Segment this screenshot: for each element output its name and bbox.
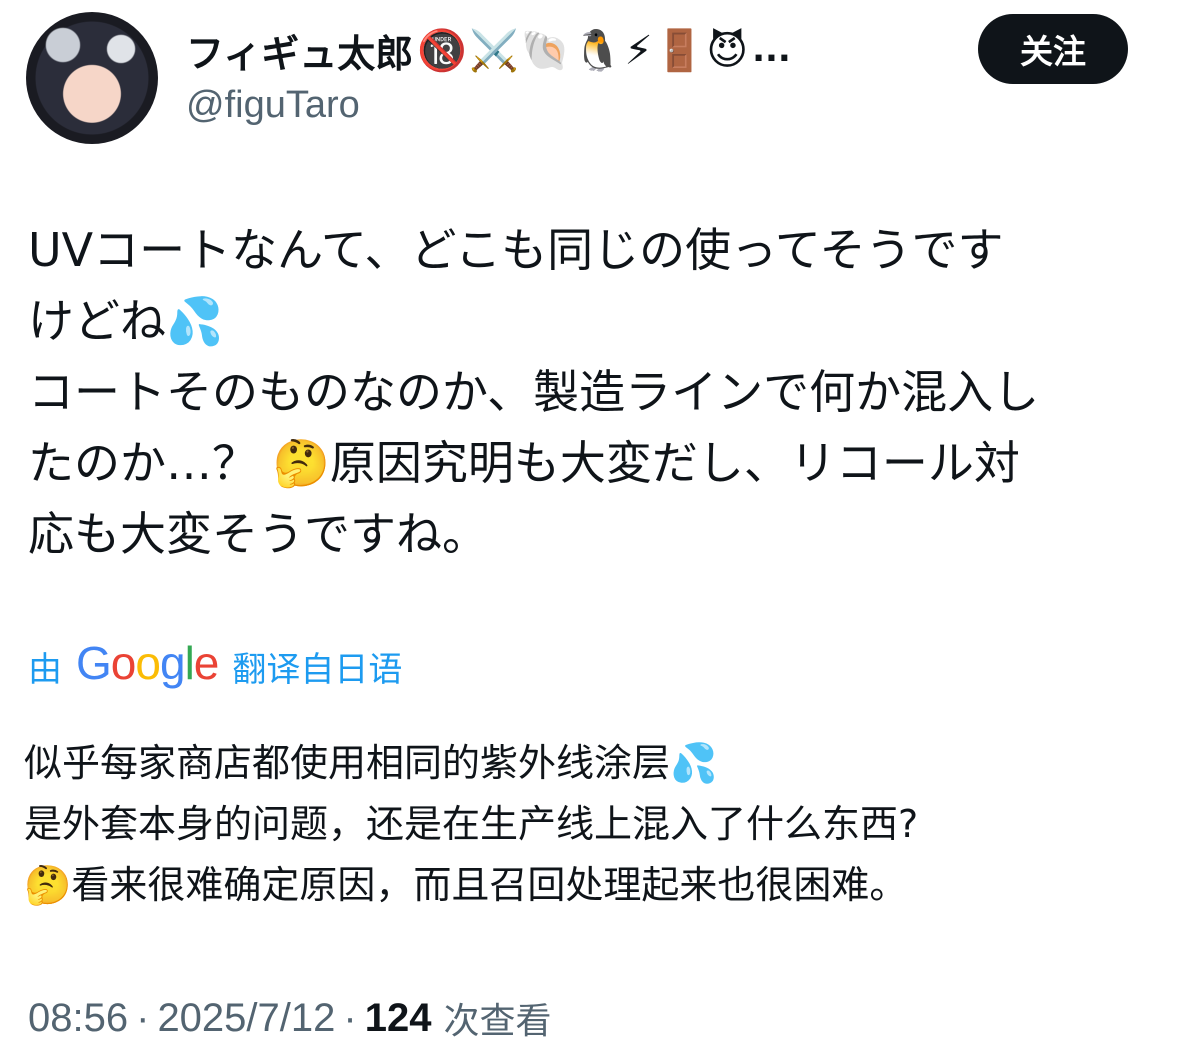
google-logo-letter: o bbox=[135, 637, 161, 689]
author-name-row[interactable]: フィギュ太郎 🔞⚔️🐚🐧⚡🚪😈 ... bbox=[186, 22, 791, 78]
google-logo-letter: l bbox=[184, 637, 195, 689]
meta-separator: · bbox=[136, 995, 150, 1040]
translation-prefix: 由 bbox=[28, 649, 62, 690]
google-logo-letter: o bbox=[110, 637, 137, 689]
avatar[interactable] bbox=[26, 12, 158, 144]
tweet-header: フィギュ太郎 🔞⚔️🐚🐧⚡🚪😈 ... @figuTaro 关注 bbox=[26, 8, 1156, 144]
views-label: 次查看 bbox=[443, 1001, 552, 1042]
google-logo: Google bbox=[76, 636, 220, 690]
author-badge-emojis: 🔞⚔️🐚🐧⚡🚪😈 bbox=[417, 27, 751, 74]
translation-source-language: 翻译自日语 bbox=[232, 649, 403, 690]
translation-attribution[interactable]: 由 Google 翻译自日语 bbox=[28, 636, 402, 696]
google-logo-letter: e bbox=[193, 637, 220, 689]
author-handle[interactable]: @figuTaro bbox=[186, 84, 360, 127]
tweet-time[interactable]: 08:56 bbox=[28, 996, 128, 1041]
google-logo-letter: g bbox=[159, 637, 186, 689]
author-display-name[interactable]: フィギュ太郎 bbox=[186, 23, 413, 78]
follow-button[interactable]: 关注 bbox=[978, 14, 1128, 84]
google-logo-letter: G bbox=[76, 637, 112, 689]
name-truncation-ellipsis: ... bbox=[752, 30, 791, 70]
tweet-text: UVコートなんて、どこも同じの使ってそうです けどね💦 コートそのものなのか、製… bbox=[28, 223, 1040, 561]
meta-separator: · bbox=[343, 995, 357, 1040]
views-count[interactable]: 124 bbox=[365, 996, 432, 1041]
translated-tweet-text: 似乎每家商店都使用相同的紫外线涂层💦 是外套本身的问题，还是在生产线上混入了什么… bbox=[24, 741, 919, 907]
tweet-meta: 08:56 · 2025/7/12 · 124 次查看 bbox=[28, 992, 551, 1044]
tweet-date[interactable]: 2025/7/12 bbox=[157, 996, 335, 1041]
